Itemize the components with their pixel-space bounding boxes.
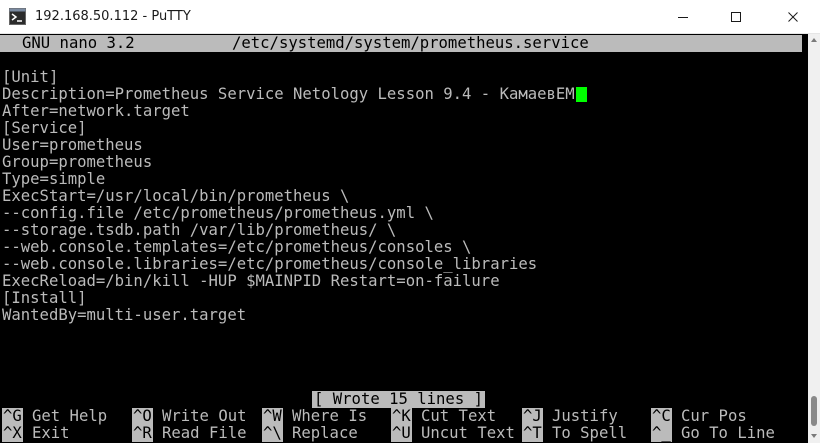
- file-line: ExecStart=/usr/local/bin/prometheus \: [2, 187, 350, 205]
- scrollbar-thumb[interactable]: [811, 396, 817, 426]
- file-line: --storage.tsdb.path /var/lib/prometheus/…: [2, 221, 397, 239]
- shortcut-key: ^R: [132, 424, 153, 442]
- file-line: Description=Prometheus Service Netology …: [2, 86, 587, 103]
- maximize-button[interactable]: [713, 0, 759, 33]
- minimize-icon: [678, 16, 688, 18]
- shortcut-key: ^K: [391, 407, 412, 425]
- window-title: 192.168.50.112 - PuTTY: [35, 9, 191, 24]
- putty-terminal-icon: [9, 8, 26, 25]
- shortcut-key: ^W: [262, 407, 283, 425]
- vertical-scrollbar[interactable]: [808, 34, 820, 443]
- shortcut-label: Cut Text: [421, 407, 497, 425]
- shortcut-label: Where Is: [292, 407, 368, 425]
- close-button[interactable]: [770, 0, 816, 33]
- close-icon: [788, 11, 798, 22]
- shortcut-key: ^\: [262, 424, 283, 442]
- shortcut-label: Justify: [552, 407, 618, 425]
- file-line: WantedBy=multi-user.target: [2, 306, 247, 324]
- file-line: [Install]: [2, 289, 87, 307]
- nano-header-bar: GNU nano 3.2 /etc/systemd/system/prometh…: [0, 35, 802, 52]
- shortcut-key: ^X: [2, 424, 23, 442]
- terminal-area[interactable]: GNU nano 3.2 /etc/systemd/system/prometh…: [0, 34, 808, 443]
- file-line: --config.file /etc/prometheus/prometheus…: [2, 204, 434, 222]
- file-line: [Service]: [2, 119, 87, 137]
- file-line: User=prometheus: [2, 136, 143, 154]
- nano-version: GNU nano 3.2: [22, 34, 135, 52]
- file-line: --web.console.libraries=/etc/prometheus/…: [2, 255, 538, 273]
- minimize-button[interactable]: [660, 0, 706, 33]
- shortcut-key: ^C: [651, 407, 672, 425]
- shortcut-label: Read File: [162, 424, 247, 442]
- shortcut-bar-row-2: ^X Exit ^R Read File ^\ Replace ^U Uncut Tex…: [0, 425, 808, 442]
- maximize-icon: [731, 11, 741, 22]
- scroll-down-arrow-icon[interactable]: [809, 432, 819, 440]
- shortcut-label: To Spell: [552, 424, 628, 442]
- shortcut-key: ^U: [391, 424, 412, 442]
- shortcut-label: Go To Line: [681, 424, 775, 442]
- file-line: Group=prometheus: [2, 153, 153, 171]
- file-line: [Unit]: [2, 68, 59, 86]
- shortcut-label: Cur Pos: [681, 407, 747, 425]
- shortcut-label: Replace: [292, 424, 358, 442]
- shortcut-key: ^G: [2, 407, 23, 425]
- file-line: --web.console.templates=/etc/prometheus/…: [2, 238, 472, 256]
- shortcut-key: ^J: [522, 407, 543, 425]
- file-line: Type=simple: [2, 170, 106, 188]
- file-line: ExecReload=/bin/kill -HUP $MAINPID Resta…: [2, 272, 500, 290]
- status-message: [ Wrote 15 lines ]: [312, 390, 485, 408]
- shortcut-label: Get Help: [32, 407, 108, 425]
- shortcut-label: Write Out: [162, 407, 247, 425]
- shortcut-key: ^_: [651, 424, 672, 442]
- shortcut-key: ^T: [522, 424, 543, 442]
- text-cursor: [575, 87, 587, 102]
- shortcut-label: Uncut Text: [421, 424, 515, 442]
- shortcut-key: ^O: [132, 407, 153, 425]
- shortcut-bar-row-1: ^G Get Help ^O Write Out ^W Where Is ^K Cut …: [0, 408, 808, 425]
- shortcut-label: Exit: [32, 424, 70, 442]
- title-bar[interactable]: 192.168.50.112 - PuTTY: [0, 0, 820, 34]
- putty-window: 192.168.50.112 - PuTTY GNU nano 3.2 /etc…: [0, 0, 820, 443]
- nano-filename: /etc/systemd/system/prometheus.service: [232, 34, 589, 52]
- file-line-text: Description=Prometheus Service Netology …: [2, 85, 575, 103]
- scroll-up-arrow-icon[interactable]: [809, 36, 819, 44]
- file-line: After=network.target: [2, 102, 190, 120]
